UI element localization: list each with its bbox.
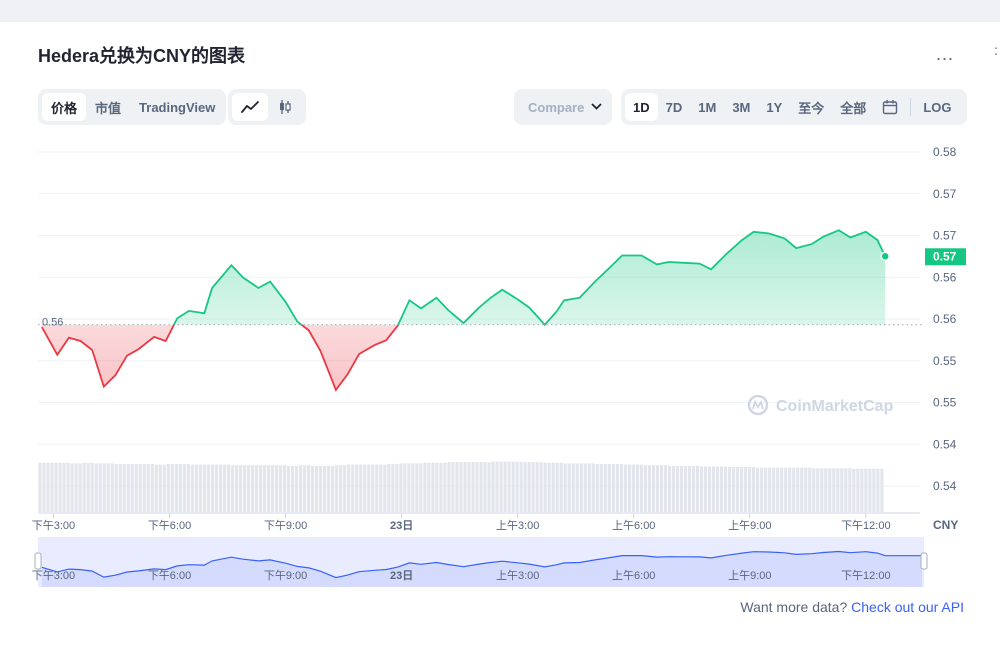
range-ytd[interactable]: 至今 [790,93,832,121]
top-bar [0,0,1000,22]
footer: Want more data? Check out our API [740,599,964,615]
log-scale-button[interactable]: LOG [915,93,959,121]
range-7d[interactable]: 7D [658,93,691,121]
line-chart-button[interactable] [232,93,268,121]
time-range-tabs: 1D 7D 1M 3M 1Y 至今 全部 LOG [621,89,967,125]
chevron-down-icon [591,101,602,113]
api-link[interactable]: Check out our API [851,599,964,615]
tab-tradingview[interactable]: TradingView [130,93,224,121]
range-all[interactable]: 全部 [832,93,874,121]
range-1y[interactable]: 1Y [758,93,790,121]
range-3m[interactable]: 3M [724,93,758,121]
chart-title: Hedera兑换为CNY的图表 [38,46,246,66]
range-1m[interactable]: 1M [690,93,724,121]
line-chart-icon [241,101,259,113]
more-options-icon[interactable]: ... [936,44,954,65]
chart-type-tabs: 价格 市值 TradingView [38,89,226,125]
edge-marker: : [994,42,998,58]
chart-style-toggle [228,89,306,125]
compare-label: Compare [528,99,585,115]
tab-market-cap[interactable]: 市值 [86,93,130,121]
calendar-icon [883,100,898,115]
candlestick-icon [280,100,291,114]
range-1d[interactable]: 1D [625,93,658,121]
calendar-button[interactable] [874,93,906,121]
footer-text: Want more data? [740,599,848,615]
tab-price[interactable]: 价格 [42,93,87,121]
candlestick-button[interactable] [268,93,302,121]
compare-dropdown[interactable]: Compare [514,89,612,125]
range-divider [910,98,912,116]
